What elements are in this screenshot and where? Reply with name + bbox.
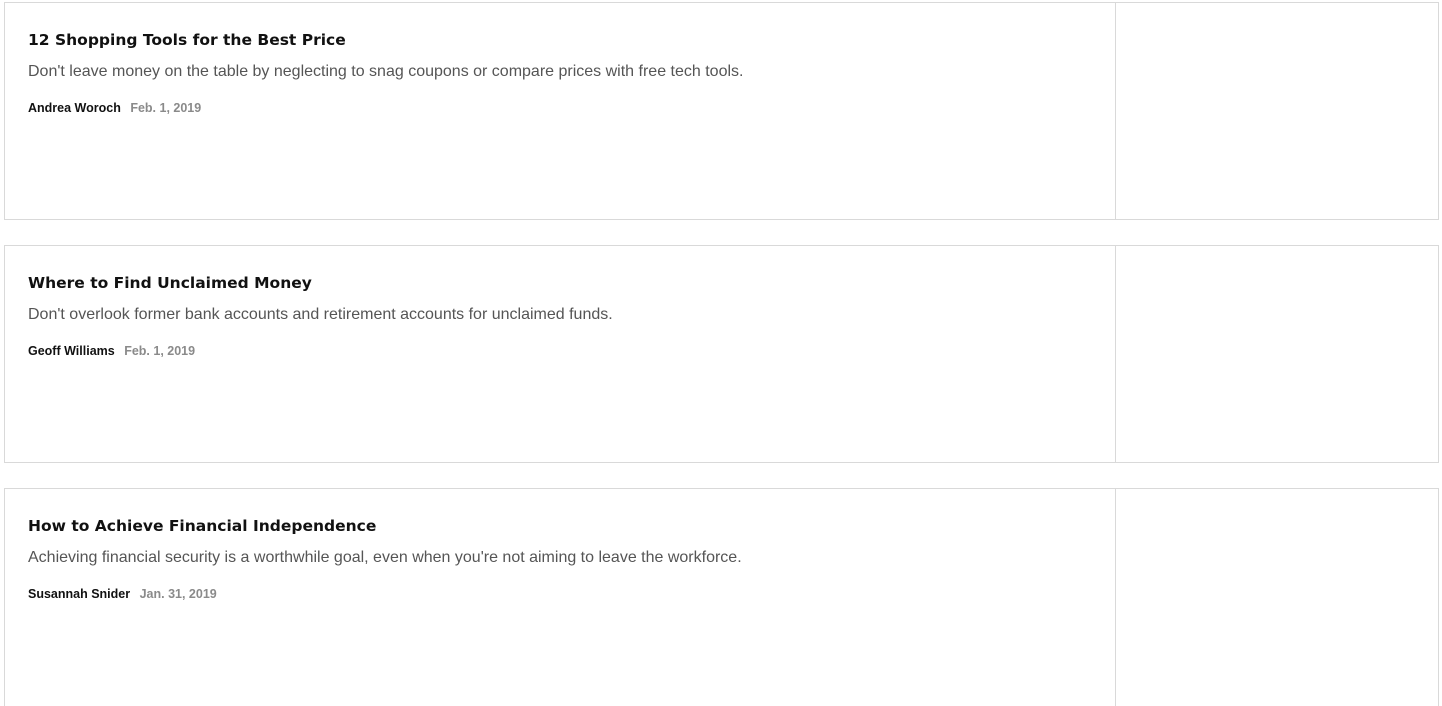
article-image-placeholder[interactable] [1116,3,1438,219]
article-card[interactable]: 12 Shopping Tools for the Best Price Don… [4,2,1439,220]
article-image-placeholder[interactable] [1116,246,1438,462]
article-card[interactable]: How to Achieve Financial Independence Ac… [4,488,1439,706]
article-title-link[interactable]: How to Achieve Financial Independence [28,516,1115,536]
article-card[interactable]: Where to Find Unclaimed Money Don't over… [4,245,1439,463]
article-description: Achieving financial security is a worthw… [28,549,742,566]
article-description: Don't overlook former bank accounts and … [28,306,613,323]
article-author-link[interactable]: Susannah Snider [28,587,130,601]
article-meta: Susannah Snider Jan. 31, 2019 [28,586,1115,602]
article-title-link[interactable]: 12 Shopping Tools for the Best Price [28,30,1115,50]
article-image-placeholder[interactable] [1116,489,1438,706]
article-card-content: How to Achieve Financial Independence Ac… [5,489,1116,706]
article-date: Jan. 31, 2019 [139,587,217,601]
article-meta: Andrea Woroch Feb. 1, 2019 [28,100,1115,116]
article-date: Feb. 1, 2019 [124,344,196,358]
article-author-link[interactable]: Geoff Williams [28,344,115,358]
article-author-link[interactable]: Andrea Woroch [28,101,121,115]
article-card-content: Where to Find Unclaimed Money Don't over… [5,246,1116,462]
article-title-link[interactable]: Where to Find Unclaimed Money [28,273,1115,293]
article-card-content: 12 Shopping Tools for the Best Price Don… [5,3,1116,219]
article-description: Don't leave money on the table by neglec… [28,63,744,80]
article-meta: Geoff Williams Feb. 1, 2019 [28,343,1115,359]
article-date: Feb. 1, 2019 [130,101,202,115]
